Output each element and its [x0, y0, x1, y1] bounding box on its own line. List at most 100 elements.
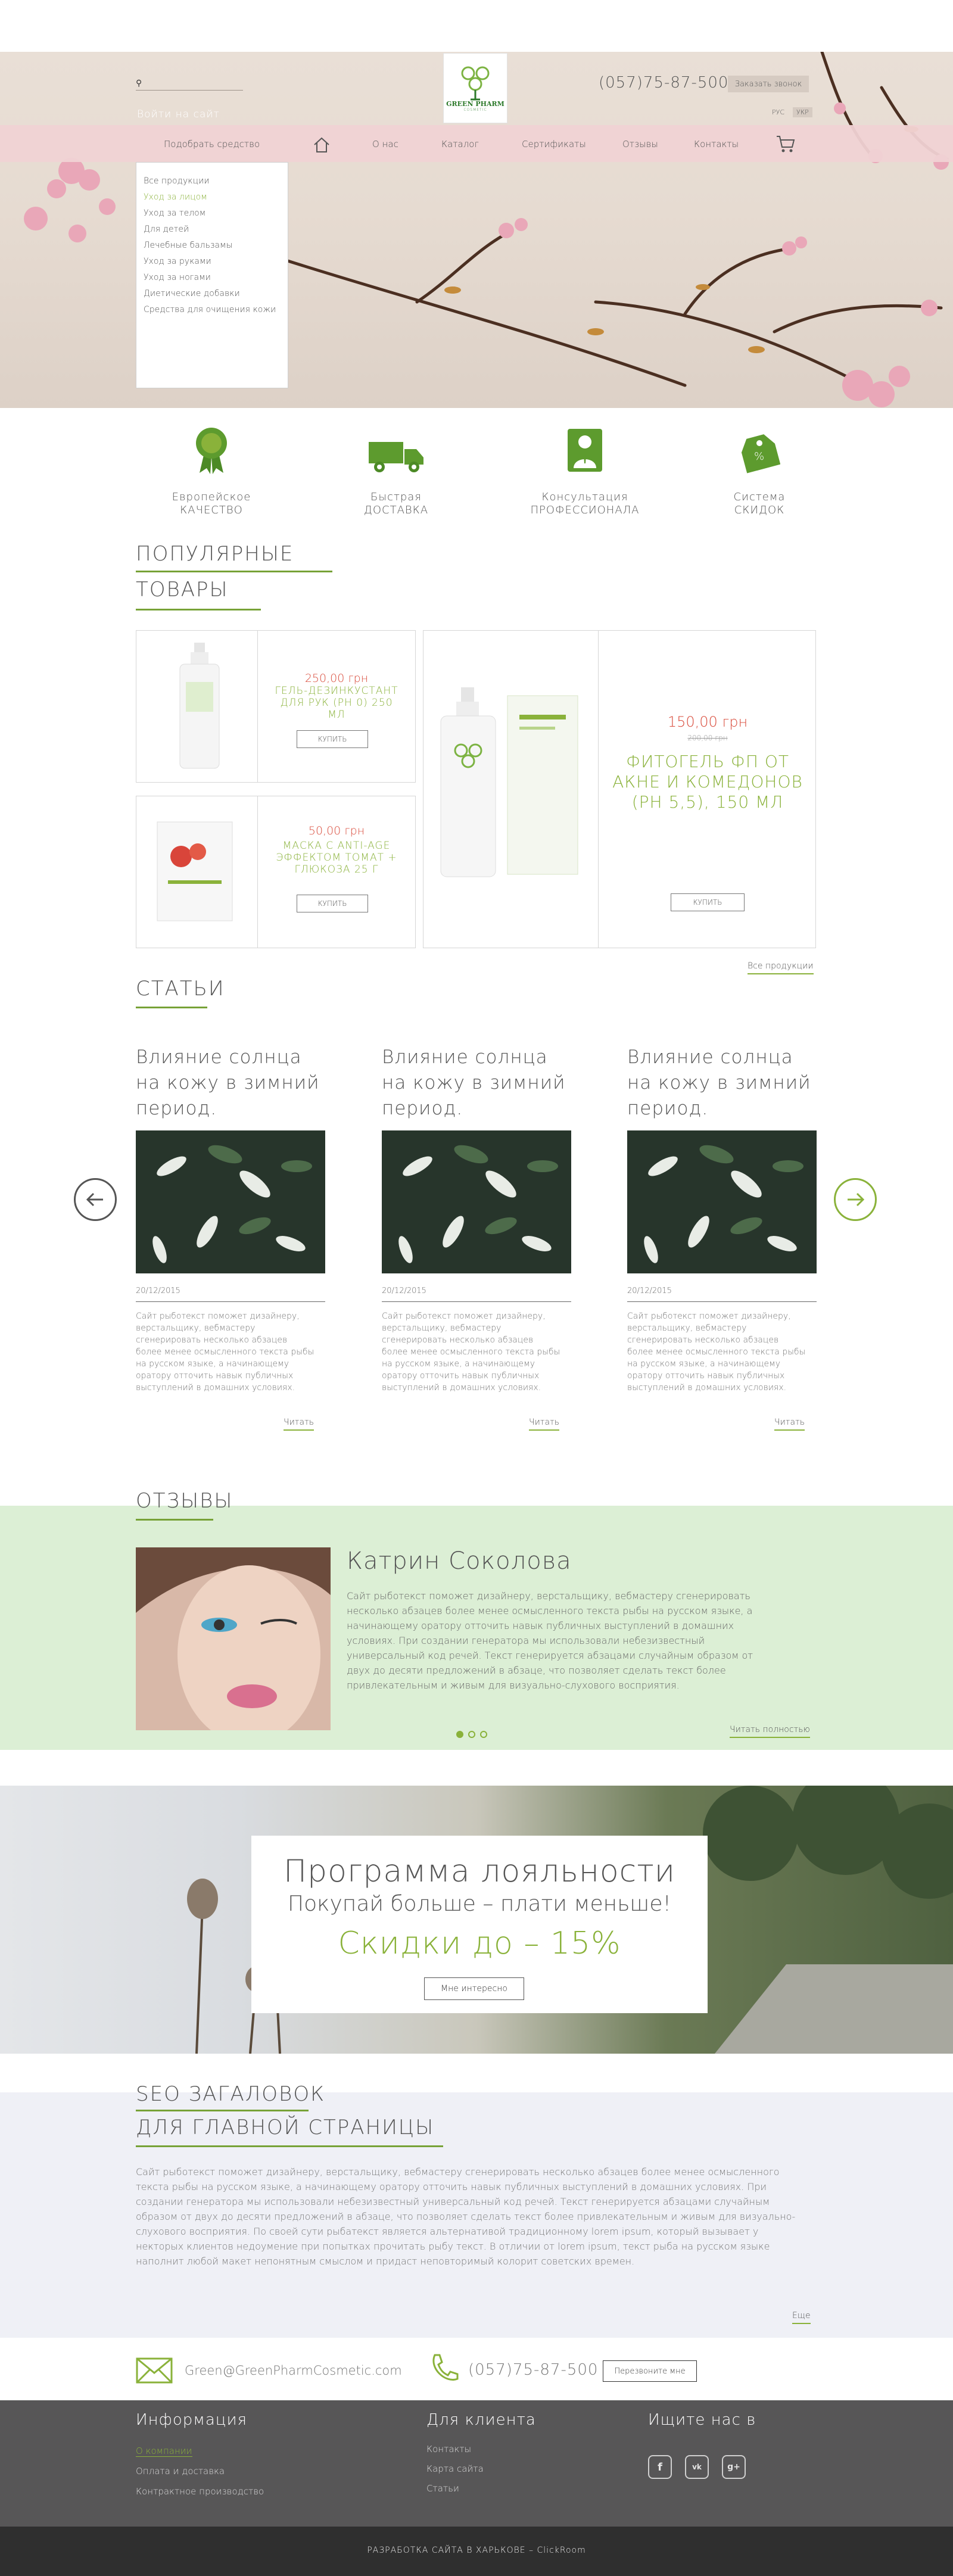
arrow-left-icon — [86, 1192, 103, 1207]
title-underline — [136, 571, 332, 572]
article-image[interactable] — [136, 1130, 325, 1273]
login-link[interactable]: Войти на сайт — [137, 108, 220, 120]
title-underline — [136, 609, 261, 610]
review-text: Сайт рыботекст поможет дизайнеру, верста… — [347, 1590, 753, 1691]
loyalty-subtitle: Покупай больше – плати меньше! — [288, 1892, 671, 1916]
logo-subtext: COSMETIC — [463, 107, 487, 112]
card-divider — [598, 630, 599, 948]
copyright-text[interactable]: РАЗРАБОТКА САЙТА В ХАРЬКОВЕ – ClickRoom — [0, 2546, 953, 2555]
dropdown-item[interactable]: Лечебные бальзамы — [144, 238, 281, 254]
facebook-icon[interactable]: f — [648, 2455, 672, 2479]
truck-icon — [369, 442, 423, 472]
product-name[interactable]: ФИТОГЕЛЬ ФП ОТ АКНЕ И КОМЕДОНОВ (PH 5,5)… — [608, 752, 808, 812]
article-date: 20/12/2015 — [627, 1287, 817, 1302]
dropdown-item[interactable]: Все продукции — [144, 173, 281, 189]
article-image[interactable] — [382, 1130, 571, 1273]
feature-consultation: Консультация ПРОФЕССИОНАЛА — [519, 426, 650, 517]
footer-social-title: Ищите нас в — [648, 2411, 756, 2429]
nav-reviews[interactable]: Отзывы — [622, 139, 658, 149]
nav-contacts[interactable]: Контакты — [694, 139, 739, 149]
nav-certificates[interactable]: Сертификаты — [522, 139, 586, 149]
footer-link[interactable]: Оплата и доставка — [136, 2466, 225, 2477]
home-icon[interactable] — [313, 136, 331, 154]
footer-link[interactable]: Статьи — [426, 2483, 459, 2494]
interested-button[interactable]: Мне интересно — [424, 1977, 524, 2000]
reviewer-photo — [136, 1547, 331, 1730]
seo-title-1: SEO ЗАГАЛОВОК — [136, 2082, 325, 2106]
vk-icon[interactable]: vk — [685, 2455, 709, 2479]
article-date: 20/12/2015 — [136, 1287, 325, 1302]
feature-line1: Европейское — [172, 491, 251, 503]
article-leaves-image — [136, 1130, 325, 1273]
svg-text:%: % — [754, 450, 764, 463]
article-title[interactable]: Влияние солнца на кожу в зимний период. — [136, 1045, 326, 1122]
feature-line2: ПРОФЕССИОНАЛА — [530, 504, 640, 516]
article-read-link[interactable]: Читать — [529, 1418, 560, 1431]
card-divider — [257, 796, 258, 948]
popular-title-2: ТОВАРЫ — [136, 578, 229, 602]
product-image-fitogel — [440, 687, 578, 877]
product-price: 150,00 грн — [667, 714, 748, 730]
article-title[interactable]: Влияние солнца на кожу в зимний период. — [382, 1045, 572, 1122]
next-arrow-button[interactable] — [834, 1178, 877, 1221]
review-read-more-link[interactable]: Читать полностью — [730, 1725, 810, 1738]
title-underline — [136, 2145, 443, 2147]
dropdown-item[interactable]: Средства для очищения кожи — [144, 302, 281, 318]
contact-email[interactable]: Green@GreenPharmCosmetic.com — [185, 2363, 402, 2378]
all-products-link[interactable]: Все продукции — [748, 961, 814, 974]
dropdown-item[interactable]: Уход за руками — [144, 254, 281, 270]
product-name[interactable]: ГЕЛЬ-ДЕЗИНКУСТАНТ ДЛЯ РУК (PH 0) 250 МЛ — [274, 685, 399, 721]
dropdown-item[interactable]: Для детей — [144, 222, 281, 238]
title-underline — [136, 1519, 213, 1521]
nav-about[interactable]: О нас — [372, 139, 398, 149]
buy-button[interactable]: КУПИТЬ — [671, 893, 745, 911]
reviewer-face-image — [136, 1547, 331, 1730]
lang-ua[interactable]: УКР — [793, 107, 812, 117]
footer-link[interactable]: Контакты — [426, 2444, 471, 2454]
article-title[interactable]: Влияние солнца на кожу в зимний период. — [627, 1045, 818, 1122]
product-name[interactable]: МАСКА С ANTI-AGE ЭФФЕКТОМ ТОМАТ + ГЛЮКОЗ… — [274, 840, 399, 876]
dropdown-item[interactable]: Уход за ногами — [144, 270, 281, 286]
footer-link[interactable]: О компании — [136, 2446, 192, 2457]
cart-icon[interactable] — [776, 135, 796, 154]
site-logo[interactable]: GREEN PHARM COSMETIC — [443, 53, 507, 123]
discount-tag-icon: % — [741, 434, 780, 474]
buy-button[interactable]: КУПИТЬ — [297, 895, 368, 912]
product-price: 250,00 грн — [304, 672, 369, 685]
pagination-dot[interactable] — [468, 1731, 475, 1738]
feature-line1: Система — [733, 491, 786, 503]
search-input[interactable]: ⚲ — [136, 76, 243, 91]
tree-logo-icon — [461, 66, 490, 100]
prev-arrow-button[interactable] — [74, 1178, 117, 1221]
language-switcher: РУС УКР — [768, 107, 812, 117]
nav-pick-remedy[interactable]: Подобрать средство — [164, 139, 260, 149]
article-excerpt: Сайт рыботекст поможет дизайнеру, верста… — [627, 1312, 806, 1393]
header-phone: (057)75-87-500 — [599, 74, 729, 92]
dropdown-item[interactable]: Уход за телом — [144, 205, 281, 222]
title-underline — [136, 1007, 207, 1008]
dropdown-item[interactable]: Диетические добавки — [144, 286, 281, 302]
articles-title: СТАТЬИ — [136, 977, 225, 1001]
buy-button[interactable]: КУПИТЬ — [297, 730, 368, 748]
callback-button[interactable]: Перезвоните мне — [603, 2360, 697, 2382]
feature-discounts: % Система СКИДОК — [694, 426, 825, 517]
title-underline — [136, 2110, 309, 2111]
feature-line1: Консультация — [541, 491, 628, 503]
footer-link[interactable]: Карта сайта — [426, 2463, 484, 2474]
contact-phone[interactable]: (057)75-87-500 — [468, 2361, 598, 2379]
article-read-link[interactable]: Читать — [774, 1418, 805, 1431]
order-call-button[interactable]: Заказать звонок — [728, 76, 809, 92]
article-read-link[interactable]: Читать — [284, 1418, 314, 1431]
pagination-dot[interactable] — [456, 1731, 463, 1738]
seo-more-link[interactable]: Еще — [792, 2311, 811, 2324]
logo-text: GREEN PHARM — [446, 99, 504, 108]
article-image[interactable] — [627, 1130, 817, 1273]
article-excerpt: Сайт рыботекст поможет дизайнеру, верста… — [382, 1312, 560, 1393]
footer-link[interactable]: Контрактное производство — [136, 2486, 264, 2497]
lang-ru[interactable]: РУС — [768, 107, 788, 117]
google-plus-icon[interactable]: g+ — [722, 2455, 746, 2479]
pagination-dot[interactable] — [480, 1731, 487, 1738]
dropdown-item[interactable]: Уход за лицом — [144, 189, 281, 205]
award-ribbon-icon — [196, 428, 227, 474]
nav-catalog[interactable]: Каталог — [441, 139, 479, 149]
